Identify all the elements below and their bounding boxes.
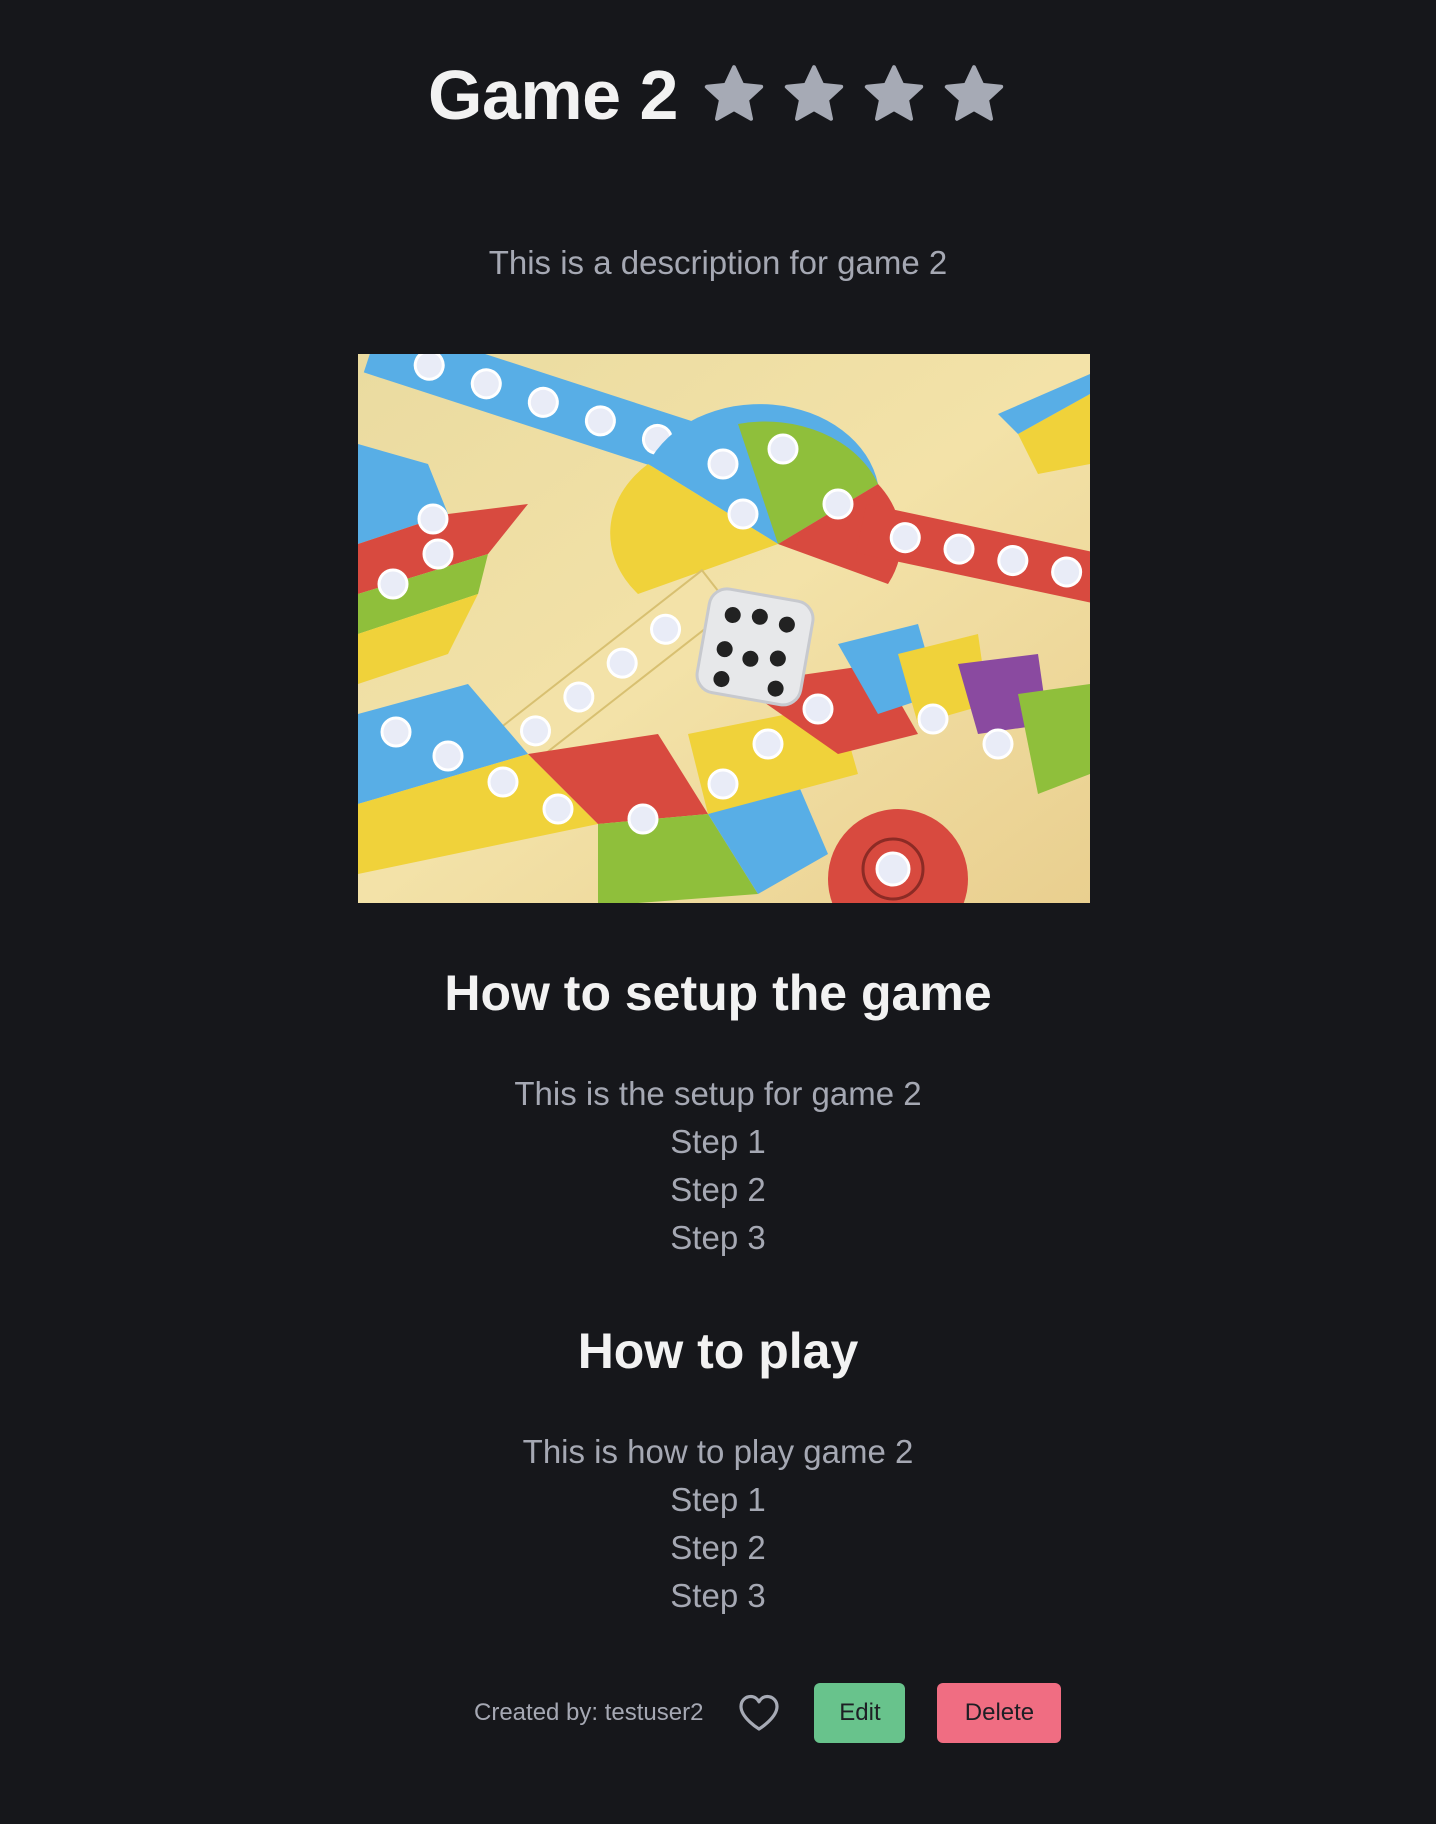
star-icon bbox=[944, 65, 1004, 121]
play-step: Step 1 bbox=[670, 1481, 766, 1518]
game-detail-page: Game 2 This is a description for game 2 bbox=[0, 0, 1436, 1824]
heart-outline-icon bbox=[739, 1694, 780, 1731]
created-by-label: Created by: testuser2 bbox=[474, 1699, 704, 1726]
setup-intro: This is the setup for game 2 bbox=[514, 1075, 922, 1112]
play-step: Step 3 bbox=[670, 1577, 766, 1614]
edit-button[interactable]: Edit bbox=[814, 1683, 906, 1743]
setup-step: Step 2 bbox=[670, 1171, 766, 1208]
star-icon bbox=[864, 65, 924, 121]
delete-button[interactable]: Delete bbox=[937, 1683, 1062, 1743]
game-description: This is a description for game 2 bbox=[488, 244, 948, 281]
game-header: Game 2 bbox=[0, 50, 1436, 140]
rating-stars bbox=[700, 61, 1008, 129]
game-image bbox=[358, 354, 1090, 903]
setup-heading: How to setup the game bbox=[444, 965, 992, 1021]
play-heading: How to play bbox=[577, 1323, 859, 1379]
star-icon bbox=[704, 65, 764, 121]
play-instructions: This is how to play game 2 Step 1 Step 2… bbox=[0, 1428, 1436, 1620]
favorite-button[interactable] bbox=[737, 1693, 781, 1733]
setup-step: Step 1 bbox=[670, 1123, 766, 1160]
game-footer: Created by: testuser2 Edit Delete bbox=[474, 1683, 1062, 1743]
setup-instructions: This is the setup for game 2 Step 1 Step… bbox=[0, 1070, 1436, 1262]
setup-step: Step 3 bbox=[670, 1219, 766, 1256]
play-step: Step 2 bbox=[670, 1529, 766, 1566]
game-title: Game 2 bbox=[428, 56, 678, 134]
play-intro: This is how to play game 2 bbox=[522, 1433, 914, 1470]
star-icon bbox=[784, 65, 844, 121]
ludo-board-illustration bbox=[358, 354, 1090, 903]
